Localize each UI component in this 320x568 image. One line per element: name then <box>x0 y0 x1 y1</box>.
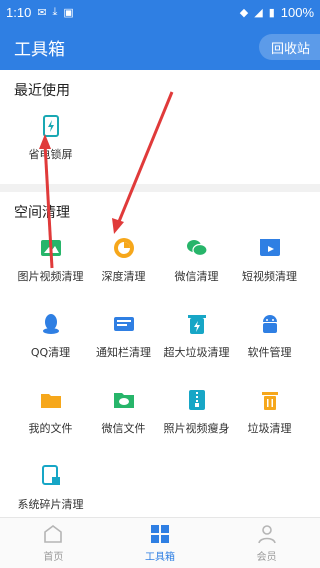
android-icon <box>258 312 282 336</box>
tool-label: 微信文件 <box>101 422 146 435</box>
tool-short-video-clean[interactable]: 短视频清理 <box>233 222 306 298</box>
member-icon <box>256 523 278 545</box>
short-video-icon <box>258 236 282 260</box>
section-title-space-clean: 空间清理 <box>14 205 70 221</box>
tool-qq-clean[interactable]: QQ清理 <box>14 298 87 374</box>
nav-label-toolbox: 工具箱 <box>145 552 175 563</box>
nav-label-home: 首页 <box>43 552 64 563</box>
home-icon <box>42 523 64 545</box>
tool-label: 软件管理 <box>247 346 292 359</box>
tool-label: 通知栏清理 <box>96 346 151 359</box>
tool-label: 垃圾清理 <box>247 422 292 435</box>
tool-power-saving-lock[interactable]: 省电锁屏 <box>14 100 87 176</box>
wechat-file-icon <box>112 388 136 412</box>
status-bar: 1:10 ✉ ⤓ ▣ ◆ ◢ ▮ 100% <box>0 0 320 24</box>
page-title: 工具箱 <box>14 39 65 60</box>
nav-member[interactable]: 会员 <box>213 518 320 568</box>
recycle-bin-button[interactable]: 回收站 <box>258 34 320 60</box>
nav-home[interactable]: 首页 <box>0 518 107 568</box>
zip-icon <box>185 388 209 412</box>
system-fragment-icon <box>39 464 63 488</box>
picture-icon <box>39 236 63 260</box>
tool-junk-clean[interactable]: 垃圾清理 <box>233 374 306 450</box>
tool-my-files[interactable]: 我的文件 <box>14 374 87 450</box>
tool-picture-video-clean[interactable]: 图片视频清理 <box>14 222 87 298</box>
recent-section: 最近使用 省电锁屏 <box>0 80 320 176</box>
toolbox-grid-icon <box>149 523 171 545</box>
trash-icon <box>258 388 282 412</box>
app-icon: ▣ <box>63 6 74 19</box>
section-title-recent: 最近使用 <box>14 83 70 99</box>
tool-label: 图片视频清理 <box>17 270 84 283</box>
tool-wechat-clean[interactable]: 微信清理 <box>160 222 233 298</box>
space-clean-section: 空间清理 图片视频清理 深度清理 微信清理 短视频清理 QQ清理 通知栏清理 超 <box>0 202 320 526</box>
large-junk-icon <box>185 312 209 336</box>
tool-label: 我的文件 <box>28 422 73 435</box>
tool-label: 深度清理 <box>101 270 146 283</box>
tool-large-junk-clean[interactable]: 超大垃圾清理 <box>160 298 233 374</box>
wifi-icon: ◆ <box>239 6 249 19</box>
battery-icon: ▮ <box>268 6 275 19</box>
power-saving-icon <box>39 114 63 138</box>
tool-photo-video-slim[interactable]: 照片视频瘦身 <box>160 374 233 450</box>
signal-icon: ◢ <box>254 6 263 19</box>
nav-label-member: 会员 <box>256 552 277 563</box>
qq-icon <box>39 312 63 336</box>
nav-toolbox[interactable]: 工具箱 <box>107 518 214 568</box>
download-icon: ⤓ <box>52 5 58 18</box>
tool-label: 系统碎片清理 <box>17 498 84 511</box>
tool-label: QQ清理 <box>30 346 71 359</box>
tool-label: 省电锁屏 <box>28 148 73 161</box>
tool-label: 短视频清理 <box>242 270 297 283</box>
tool-label: 照片视频瘦身 <box>163 422 230 435</box>
app-bar: 工具箱 回收站 <box>0 24 320 70</box>
wechat-icon <box>185 236 209 260</box>
notification-icon: ✉ <box>37 6 47 19</box>
bottom-nav: 首页 工具箱 会员 <box>0 517 320 568</box>
notification-bar-icon <box>112 312 136 336</box>
tool-app-manager[interactable]: 软件管理 <box>233 298 306 374</box>
tool-deep-clean[interactable]: 深度清理 <box>87 222 160 298</box>
battery-percent: 100% <box>280 4 314 20</box>
section-divider <box>0 184 320 192</box>
deep-clean-icon <box>112 236 136 260</box>
tool-label: 超大垃圾清理 <box>163 346 230 359</box>
folder-icon <box>39 388 63 412</box>
tool-notification-clean[interactable]: 通知栏清理 <box>87 298 160 374</box>
tool-label: 微信清理 <box>174 270 219 283</box>
tool-system-fragment-clean[interactable]: 系统碎片清理 <box>14 450 87 526</box>
tool-wechat-files[interactable]: 微信文件 <box>87 374 160 450</box>
status-time: 1:10 <box>6 4 32 20</box>
